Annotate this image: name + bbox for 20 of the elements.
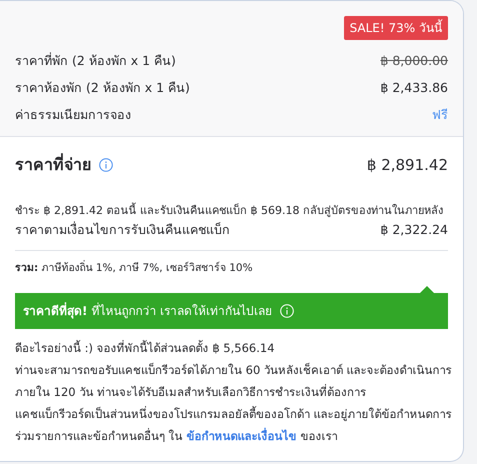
price-label: ราคาห้องพัก (2 ห้องพัก x 1 คืน) — [15, 78, 190, 97]
savings-text: ดีอะไรอย่างนี้ :) จองที่พักนี้ได้ส่วนลดตั้ง ฿ 5,566.14 — [15, 339, 276, 357]
cashback-price-label: ราคาตามเงื่อนไขการรับเงินคืนแคชแบ็ก — [15, 221, 230, 240]
terms-text: ภายใน 120 วัน ท่านจะได้รับอีเมลสำหรับเลือกวิธีการชำระเงินที่ต้องการ — [15, 383, 367, 401]
price-label: ราคาที่พัก (2 ห้องพัก x 1 คืน) — [15, 52, 176, 70]
info-icon[interactable] — [99, 158, 113, 172]
total-label: ราคาที่จ่าย — [15, 153, 91, 176]
price-value: ฿ 2,433.86 — [380, 78, 448, 97]
terms-link[interactable]: ข้อกำหนดและเงื่อนไข — [186, 424, 297, 447]
total-price: ฿ 2,891.42 — [366, 155, 448, 176]
terms-text: ของเรา — [300, 428, 338, 445]
cashback-note: ชำระ ฿ 2,891.42 ตอนนี้ และรับเงินคืนแคชแบ็ก ฿ 569.18 กลับสู่บัตรของท่านในภายหลัง — [15, 202, 444, 220]
sale-badge: SALE! 73% วันนี้ — [344, 16, 448, 40]
terms-text: ร่วมรายการและข้อกำหนดอื่นๆ ใน — [15, 427, 183, 445]
free-fee-link[interactable]: ฟรี — [432, 106, 448, 124]
cashback-price: ฿ 2,322.24 — [380, 221, 448, 240]
best-price-text: ราคาดีที่สุด! ที่ไหนถูกกว่า เราลดให้เท่ากันไปเลย — [23, 302, 272, 320]
price-label: ค่าธรรมเนียมการจอง — [15, 106, 131, 124]
taxes-note: รวม: ภาษีท้องถิ่น 1%, ภาษี 7%, เซอร์วิสชาร์จ 10% — [15, 261, 254, 276]
original-price: ฿ 8,000.00 — [380, 52, 448, 70]
